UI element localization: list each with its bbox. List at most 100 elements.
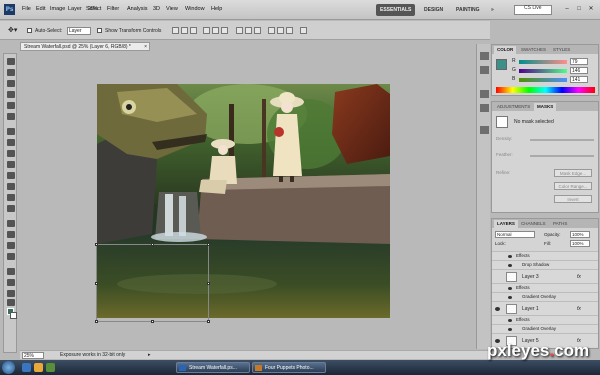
character-icon[interactable] <box>480 90 489 98</box>
move-tool-icon[interactable] <box>7 58 15 65</box>
align-right-icon[interactable] <box>221 27 228 34</box>
type-tool-icon[interactable] <box>7 231 15 238</box>
tab-color[interactable]: COLOR <box>494 46 517 54</box>
tab-channels[interactable]: CHANNELS <box>518 220 549 228</box>
effect-visibility-icon[interactable] <box>508 287 512 290</box>
blur-tool-icon[interactable] <box>7 194 15 201</box>
pen-tool-icon[interactable] <box>7 220 15 227</box>
transform-handle[interactable] <box>207 320 210 323</box>
layer-effects-row[interactable]: Effects <box>492 251 598 260</box>
background-color-swatch[interactable] <box>10 312 17 319</box>
distribute-right-icon[interactable] <box>286 27 293 34</box>
workspace-essentials-button[interactable]: ESSENTIALS <box>376 4 416 16</box>
opacity-field[interactable]: 100% <box>570 231 590 238</box>
start-button[interactable] <box>2 361 15 374</box>
auto-select-dropdown[interactable]: Layer <box>67 27 91 35</box>
effect-visibility-icon[interactable] <box>508 296 512 299</box>
menu-filter[interactable]: Filter <box>107 6 119 12</box>
green-slider[interactable] <box>519 69 567 73</box>
red-value-field[interactable]: 79 <box>570 58 588 65</box>
transform-handle[interactable] <box>151 320 154 323</box>
menu-help[interactable]: Help <box>211 6 222 12</box>
menu-3d[interactable]: 3D <box>153 6 160 12</box>
eraser-tool-icon[interactable] <box>7 172 15 179</box>
menu-image[interactable]: Image <box>50 6 65 12</box>
quicklaunch-media-icon[interactable] <box>46 363 55 372</box>
feather-slider[interactable] <box>530 155 594 157</box>
fill-field[interactable]: 100% <box>570 240 590 247</box>
tab-styles[interactable]: STYLES <box>550 46 573 54</box>
align-vcenter-icon[interactable] <box>181 27 188 34</box>
auto-align-icon[interactable] <box>300 27 307 34</box>
show-transform-checkbox[interactable] <box>97 28 102 33</box>
transform-handle[interactable] <box>151 243 154 246</box>
blue-slider[interactable] <box>519 78 567 82</box>
dodge-tool-icon[interactable] <box>7 205 15 212</box>
transform-bounding-box[interactable] <box>95 243 210 323</box>
eye-icon[interactable] <box>495 307 500 311</box>
zoom-tool-icon[interactable] <box>7 299 15 306</box>
menu-analysis[interactable]: Analysis <box>127 6 147 12</box>
3d-rotate-tool-icon[interactable] <box>7 268 15 275</box>
align-top-icon[interactable] <box>172 27 179 34</box>
workspace-design-button[interactable]: DESIGN <box>420 4 447 16</box>
crop-tool-icon[interactable] <box>7 102 15 109</box>
minimize-icon[interactable]: – <box>563 5 571 13</box>
hand-tool-icon[interactable] <box>7 290 15 297</box>
document-tab[interactable]: Stream Waterfall.psd @ 25% (Layer 6, RGB… <box>20 42 150 51</box>
layer-effect-row[interactable]: Gradient Overlay <box>492 324 598 333</box>
status-menu-arrow-icon[interactable]: ▸ <box>148 352 151 358</box>
workspace-painting-button[interactable]: PAINTING <box>452 4 484 16</box>
density-slider[interactable] <box>530 139 594 141</box>
tab-layers[interactable]: LAYERS <box>494 220 518 228</box>
layer-effects-row[interactable]: Effects <box>492 283 598 292</box>
effect-visibility-icon[interactable] <box>508 255 512 258</box>
mini-bridge-icon[interactable] <box>480 52 489 60</box>
taskbar-button-photoshop[interactable]: Stream Waterfall.ps... <box>176 362 250 373</box>
tab-masks[interactable]: MASKS <box>534 103 557 111</box>
transform-handle[interactable] <box>207 243 210 246</box>
layer-row[interactable]: Layer 1 fx <box>492 301 598 315</box>
brush-presets-icon[interactable] <box>480 126 489 134</box>
align-bottom-icon[interactable] <box>190 27 197 34</box>
color-spectrum-bar[interactable] <box>496 87 595 93</box>
layer-effect-row[interactable]: Gradient Overlay <box>492 292 598 301</box>
effect-visibility-icon[interactable] <box>508 319 512 322</box>
close-document-icon[interactable]: × <box>144 43 147 51</box>
gradient-tool-icon[interactable] <box>7 183 15 190</box>
layer-name[interactable]: Layer 1 <box>522 306 539 312</box>
transform-handle[interactable] <box>95 243 98 246</box>
menu-layer[interactable]: Layer <box>68 6 82 12</box>
eyedropper-tool-icon[interactable] <box>7 113 15 120</box>
transform-handle[interactable] <box>95 320 98 323</box>
blend-mode-dropdown[interactable]: Normal <box>495 231 535 238</box>
move-tool-icon[interactable]: ✥▾ <box>8 26 17 34</box>
quicklaunch-ie-icon[interactable] <box>22 363 31 372</box>
align-hcenter-icon[interactable] <box>212 27 219 34</box>
taskbar-button-photos[interactable]: Four Puppets Photo... <box>252 362 326 373</box>
clone-stamp-tool-icon[interactable] <box>7 150 15 157</box>
more-workspaces-icon[interactable]: » <box>487 4 498 16</box>
distribute-bottom-icon[interactable] <box>254 27 261 34</box>
menu-edit[interactable]: Edit <box>36 6 45 12</box>
effect-visibility-icon[interactable] <box>508 328 512 331</box>
menu-view[interactable]: View <box>166 6 178 12</box>
close-icon[interactable]: ✕ <box>587 5 595 13</box>
brush-tool-icon[interactable] <box>7 139 15 146</box>
fx-icon[interactable]: fx <box>577 274 581 280</box>
menu-file[interactable]: File <box>22 6 31 12</box>
transform-handle[interactable] <box>207 282 210 285</box>
tab-paths[interactable]: PATHS <box>550 220 570 228</box>
layer-effect-row[interactable]: Drop Shadow <box>492 260 598 269</box>
layer-name[interactable]: Layer 3 <box>522 274 539 280</box>
invert-button[interactable]: Invert <box>554 195 592 203</box>
shape-tool-icon[interactable] <box>7 253 15 260</box>
fx-icon[interactable]: fx <box>577 306 581 312</box>
layer-row[interactable]: Layer 3 fx <box>492 269 598 283</box>
transform-handle[interactable] <box>95 282 98 285</box>
history-icon[interactable] <box>480 66 489 74</box>
paragraph-icon[interactable] <box>480 104 489 112</box>
quick-select-tool-icon[interactable] <box>7 91 15 98</box>
color-range-button[interactable]: Color Range... <box>554 182 592 190</box>
distribute-left-icon[interactable] <box>268 27 275 34</box>
